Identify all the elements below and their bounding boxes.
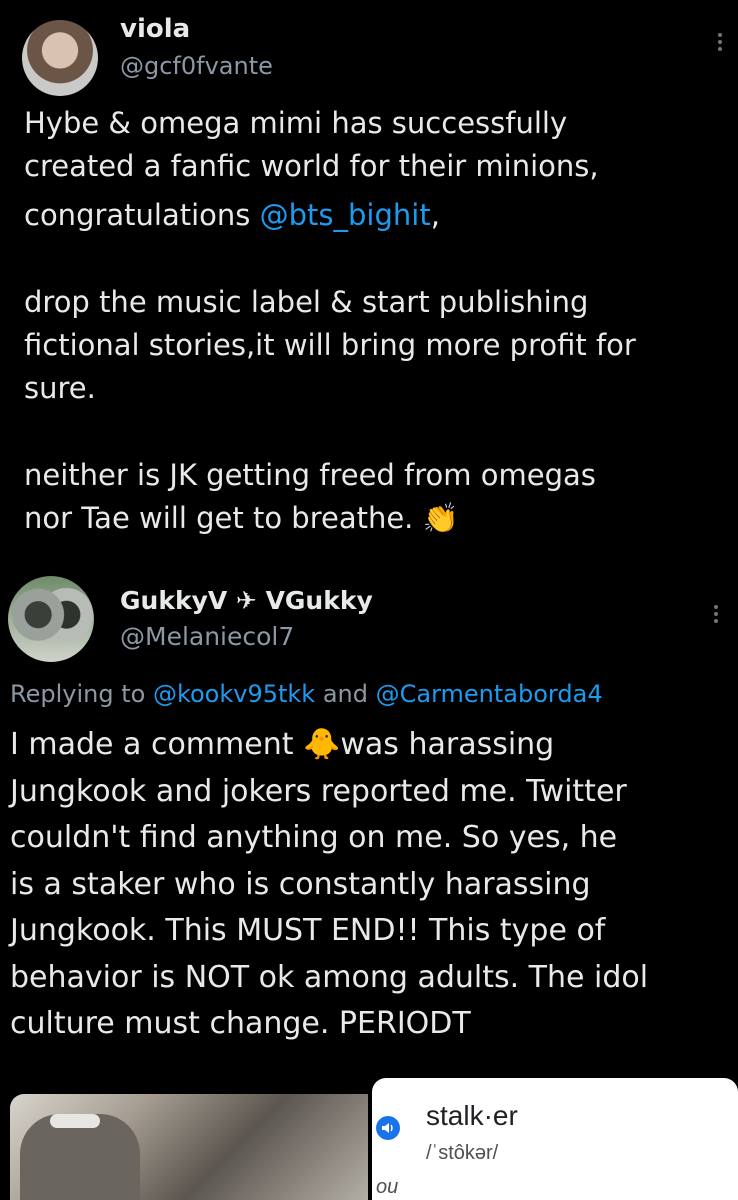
tweet1-line: created a fanfic world for their minions… [24,149,599,183]
tweet2-author-name[interactable]: GukkyV ✈ VGukky [120,586,373,615]
tweet1-line: Hybe & omega mimi has successfully [24,106,568,140]
tweet1-line: nor Tae will get to breathe. 👏 [24,497,636,540]
more-vertical-icon[interactable] [718,30,724,54]
tweet2-text-fragment: I made a comment [10,727,304,762]
dictionary-cut-text: ou [376,1176,399,1198]
tweet2-line: I made a comment 🐥was harassing [10,722,648,769]
dictionary-word: stalk·er [426,1100,518,1131]
tweet1-line: neither is JK getting freed from omegas [24,458,596,492]
replying-to: Replying to @kookv95tkk and @Carmentabor… [10,680,603,708]
dictionary-pronunciation: /ˈstôkər/ [426,1142,499,1164]
avatar-gukkyv[interactable] [8,576,94,662]
tweet1-text-fragment: congratulations [24,198,260,232]
tweet1-line: sure. [24,371,96,405]
tweet1-author-handle[interactable]: @gcf0fvante [120,52,273,80]
tweet2-line: culture must change. PERIODT [10,1006,471,1041]
tweet1-line: fictional stories,it will bring more pro… [24,328,636,362]
tweet1-text-fragment: nor Tae will get to breathe. [24,501,423,535]
tweet2-author-handle[interactable]: @Melaniecol7 [120,622,294,651]
tweet2-line: couldn't find anything on me. So yes, he [10,820,618,855]
tweet2-line: behavior is NOT ok among adults. The ido… [10,959,649,995]
tweet1-text: Hybe & omega mimi has successfully creat… [24,102,636,540]
avatar-viola[interactable] [22,20,98,96]
tweet2-line: is a staker who is constantly harassing [10,866,591,902]
baby-chick-emoji: 🐥 [303,727,341,762]
replying-and: and [315,680,376,708]
tweet2-line: Jungkook. This MUST END!! This type of [10,913,606,948]
mention-bts-bighit[interactable]: @bts_bighit [260,198,431,232]
tweet1-text-fragment: , [430,198,440,232]
more-vertical-icon[interactable] [714,602,720,626]
tweet1-line: drop the music label & start publishing [24,285,589,319]
tweet2-text-fragment: was harassing [340,727,555,762]
mention-kookv95tkk[interactable]: @kookv95tkk [153,680,315,708]
clapping-hands-emoji: 👏 [422,501,459,535]
tweet1-author-name[interactable]: viola [120,14,190,44]
tweet2-text: I made a comment 🐥was harassing Jungkook… [10,722,648,1048]
photo-highlight [50,1114,100,1128]
speaker-icon[interactable] [376,1116,400,1140]
tweet2-line: Jungkook and jokers reported me. Twitter [10,773,627,809]
tweet1-line: congratulations @bts_bighit, [24,194,636,237]
attached-photo[interactable] [10,1094,368,1200]
replying-prefix: Replying to [10,680,153,708]
dictionary-card[interactable]: stalk·er /ˈstôkər/ ou [372,1078,738,1200]
mention-carmentaborda4[interactable]: @Carmentaborda4 [376,680,603,708]
